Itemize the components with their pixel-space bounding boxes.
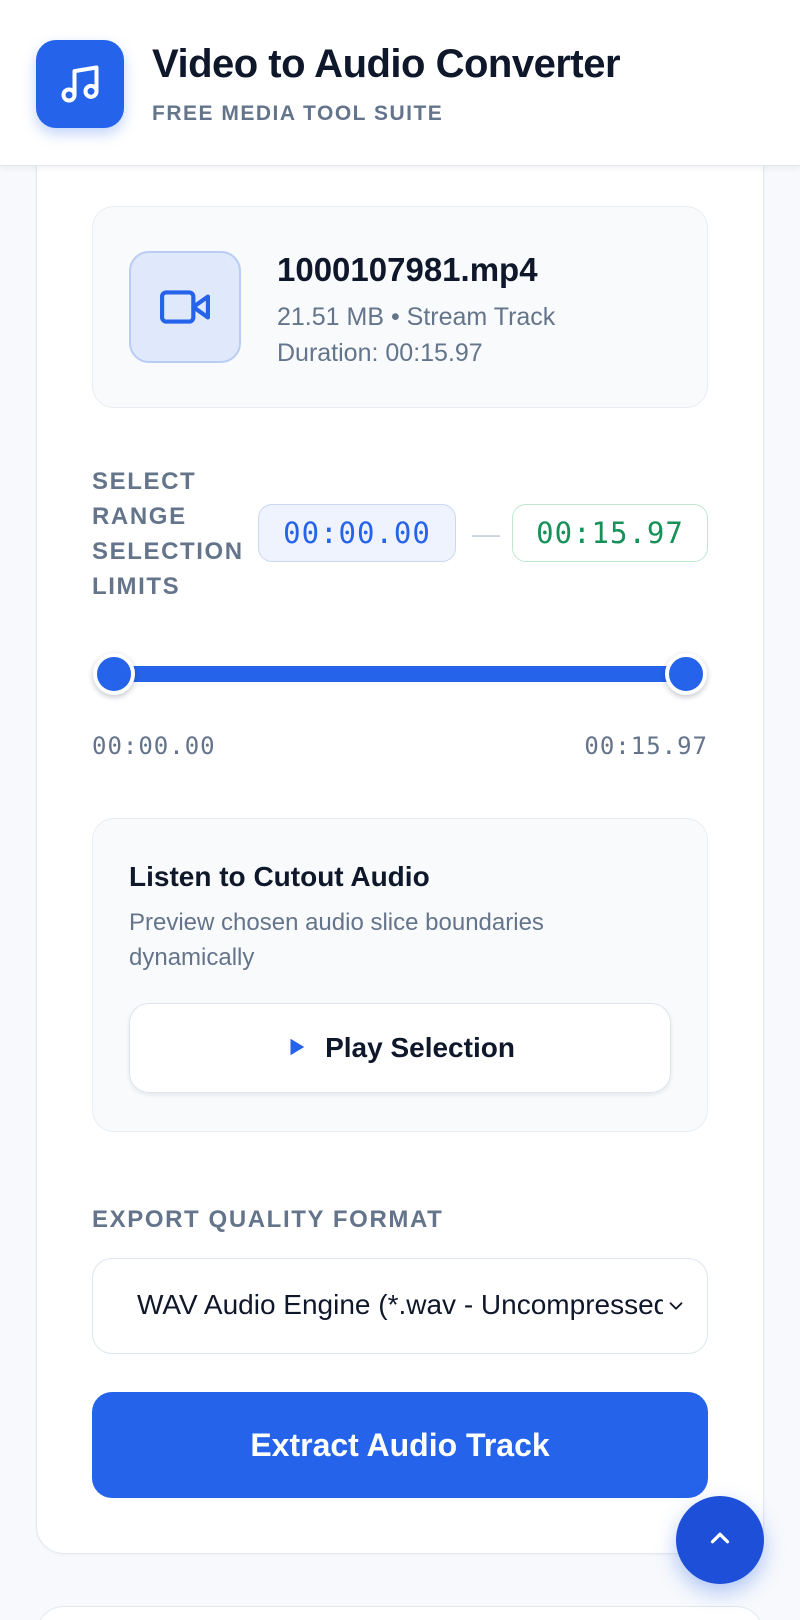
next-card	[36, 1606, 764, 1620]
chevron-down-icon	[663, 1293, 689, 1319]
slider-selected-range	[114, 666, 686, 682]
app-title: Video to Audio Converter	[152, 42, 621, 86]
export-format-label: EXPORT QUALITY FORMAT	[92, 1206, 444, 1233]
file-meta: 21.51 MB • Stream Track	[277, 303, 556, 331]
range-start-time[interactable]: 00:00.00	[258, 504, 456, 562]
range-end-time[interactable]: 00:15.97	[512, 504, 708, 562]
play-selection-label: Play Selection	[325, 1032, 515, 1063]
preview-panel: Listen to Cutout Audio Preview chosen au…	[92, 818, 708, 1132]
extract-audio-button[interactable]: Extract Audio Track	[92, 1392, 708, 1498]
range-slider[interactable]	[92, 653, 708, 695]
scroll-to-top-button[interactable]	[676, 1496, 764, 1584]
play-icon	[285, 1036, 307, 1061]
play-selection-button[interactable]: Play Selection	[129, 1003, 671, 1093]
slider-max-label: 00:15.97	[584, 732, 708, 760]
preview-title: Listen to Cutout Audio	[129, 861, 430, 892]
app-header: Video to Audio Converter FREE MEDIA TOOL…	[0, 0, 800, 166]
slider-end-handle[interactable]	[665, 653, 707, 695]
video-camera-icon	[129, 251, 241, 363]
preview-description: Preview chosen audio slice boundaries dy…	[129, 909, 544, 971]
slider-start-handle[interactable]	[93, 653, 135, 695]
music-note-icon	[36, 40, 124, 128]
selected-format: WAV Audio Engine (*.wav - Uncompressed)	[137, 1289, 667, 1320]
slider-min-label: 00:00.00	[92, 732, 216, 760]
range-label: SELECT RANGE SELECTION LIMITS	[92, 468, 244, 600]
file-duration: Duration: 00:15.97	[277, 339, 483, 367]
chevron-up-icon	[705, 1523, 735, 1558]
file-info-panel: 1000107981.mp4 21.51 MB • Stream Track D…	[92, 206, 708, 408]
export-format-select[interactable]: WAV Audio Engine (*.wav - Uncompressed)	[92, 1258, 708, 1354]
file-name: 1000107981.mp4	[277, 251, 538, 288]
range-separator: —	[472, 518, 500, 549]
app-subtitle: FREE MEDIA TOOL SUITE	[152, 102, 444, 125]
